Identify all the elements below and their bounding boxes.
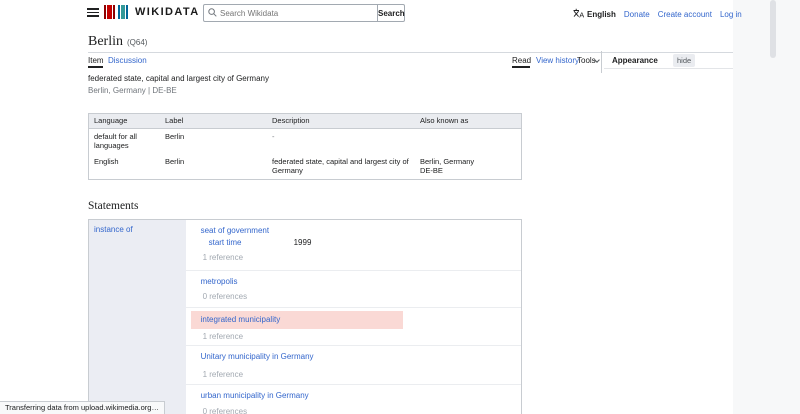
statement-row: integrated municipality 1 reference bbox=[185, 308, 521, 346]
entity-id: (Q64) bbox=[127, 38, 148, 47]
property-link[interactable]: instance of bbox=[94, 225, 133, 234]
table-row: default for all languages Berlin - bbox=[89, 129, 521, 154]
language-selector[interactable]: English bbox=[587, 10, 616, 19]
statements-group: instance of seat of government start tim… bbox=[88, 219, 522, 414]
header-user-links: A English Donate Create account Log in bbox=[573, 8, 742, 20]
search-box bbox=[203, 4, 378, 22]
column-header-description: Description bbox=[272, 116, 310, 125]
tab-item-active-underline bbox=[88, 66, 103, 68]
language-icon: A bbox=[573, 8, 584, 20]
label-cell: Berlin bbox=[165, 156, 185, 166]
tab-item[interactable]: Item bbox=[88, 56, 104, 65]
label-cell: Berlin bbox=[165, 131, 185, 141]
references-toggle[interactable]: 1 reference bbox=[203, 332, 243, 341]
create-account-link[interactable]: Create account bbox=[658, 10, 712, 19]
statement-value-link[interactable]: metropolis bbox=[201, 277, 238, 286]
statements-heading: Statements bbox=[88, 200, 139, 212]
references-toggle[interactable]: 1 reference bbox=[203, 370, 243, 379]
scrollbar[interactable] bbox=[770, 0, 776, 58]
entity-description: federated state, capital and largest cit… bbox=[88, 74, 269, 83]
property-cell: instance of bbox=[89, 220, 186, 414]
statement-row: metropolis 0 references bbox=[185, 271, 521, 308]
references-toggle[interactable]: 1 reference bbox=[203, 253, 243, 262]
tab-view-history[interactable]: View history bbox=[536, 56, 579, 65]
terms-table-header: Language Label Description Also known as bbox=[89, 114, 521, 129]
tab-read[interactable]: Read bbox=[512, 56, 531, 65]
login-link[interactable]: Log in bbox=[720, 10, 742, 19]
statement-value-link[interactable]: urban municipality in Germany bbox=[201, 391, 309, 400]
browser-status-bar: Transferring data from upload.wikimedia.… bbox=[0, 401, 165, 414]
viewport-side-band bbox=[733, 0, 800, 414]
terms-table: Language Label Description Also known as… bbox=[88, 113, 522, 180]
appearance-heading: Appearance bbox=[612, 56, 658, 65]
svg-text:A: A bbox=[579, 11, 584, 19]
description-cell: - bbox=[272, 131, 275, 141]
column-header-also-known-as: Also known as bbox=[420, 116, 469, 125]
language-cell: English bbox=[94, 156, 119, 166]
qualifier-property-link[interactable]: start time bbox=[209, 238, 242, 247]
wikidata-logo-text: WIKIDATA bbox=[135, 6, 200, 18]
search-icon bbox=[208, 8, 217, 19]
actions-divider bbox=[601, 51, 602, 73]
title-divider bbox=[88, 52, 733, 53]
statement-values: seat of government start time 1999 1 ref… bbox=[185, 220, 521, 414]
statement-highlight: integrated municipality bbox=[190, 311, 403, 329]
statement-row: Unitary municipality in Germany 1 refere… bbox=[185, 346, 521, 385]
description-cell: federated state, capital and largest cit… bbox=[272, 156, 409, 176]
wikidata-page: WIKIDATA Search A English Donate Create … bbox=[0, 0, 800, 414]
references-toggle[interactable]: 0 references bbox=[203, 407, 247, 414]
search-button[interactable]: Search bbox=[377, 4, 405, 22]
donate-link[interactable]: Donate bbox=[624, 10, 650, 19]
appearance-hide-button[interactable]: hide bbox=[673, 54, 696, 67]
statement-value-link[interactable]: Unitary municipality in Germany bbox=[201, 352, 314, 361]
references-toggle[interactable]: 0 references bbox=[203, 292, 247, 301]
tab-discussion[interactable]: Discussion bbox=[108, 56, 147, 65]
language-cell: default for all languages bbox=[94, 131, 137, 151]
wikidata-logo-bars-icon bbox=[104, 5, 129, 19]
column-header-language: Language bbox=[94, 116, 128, 125]
appearance-divider bbox=[604, 68, 733, 69]
statement-value-link[interactable]: integrated municipality bbox=[201, 315, 281, 324]
column-header-label: Label bbox=[165, 116, 184, 125]
search-input[interactable] bbox=[203, 4, 378, 22]
page-title: Berlin (Q64) bbox=[88, 34, 148, 49]
tab-read-active-underline bbox=[512, 66, 530, 68]
statement-row: urban municipality in Germany 0 referenc… bbox=[186, 385, 521, 414]
qualifier-value: 1999 bbox=[293, 238, 312, 247]
also-known-as-cell bbox=[415, 129, 521, 154]
entity-aliases: Berlin, Germany | DE-BE bbox=[88, 86, 177, 95]
statement-value-link[interactable]: seat of government bbox=[201, 226, 269, 235]
hamburger-menu-icon[interactable] bbox=[87, 8, 99, 17]
also-known-as-cell: Berlin, Germany DE-BE bbox=[420, 156, 475, 176]
table-row: English Berlin federated state, capital … bbox=[89, 154, 521, 179]
statement-row: seat of government start time 1999 1 ref… bbox=[185, 220, 521, 271]
wikidata-logo[interactable]: WIKIDATA bbox=[104, 5, 200, 19]
tools-menu[interactable]: Tools bbox=[577, 56, 596, 65]
